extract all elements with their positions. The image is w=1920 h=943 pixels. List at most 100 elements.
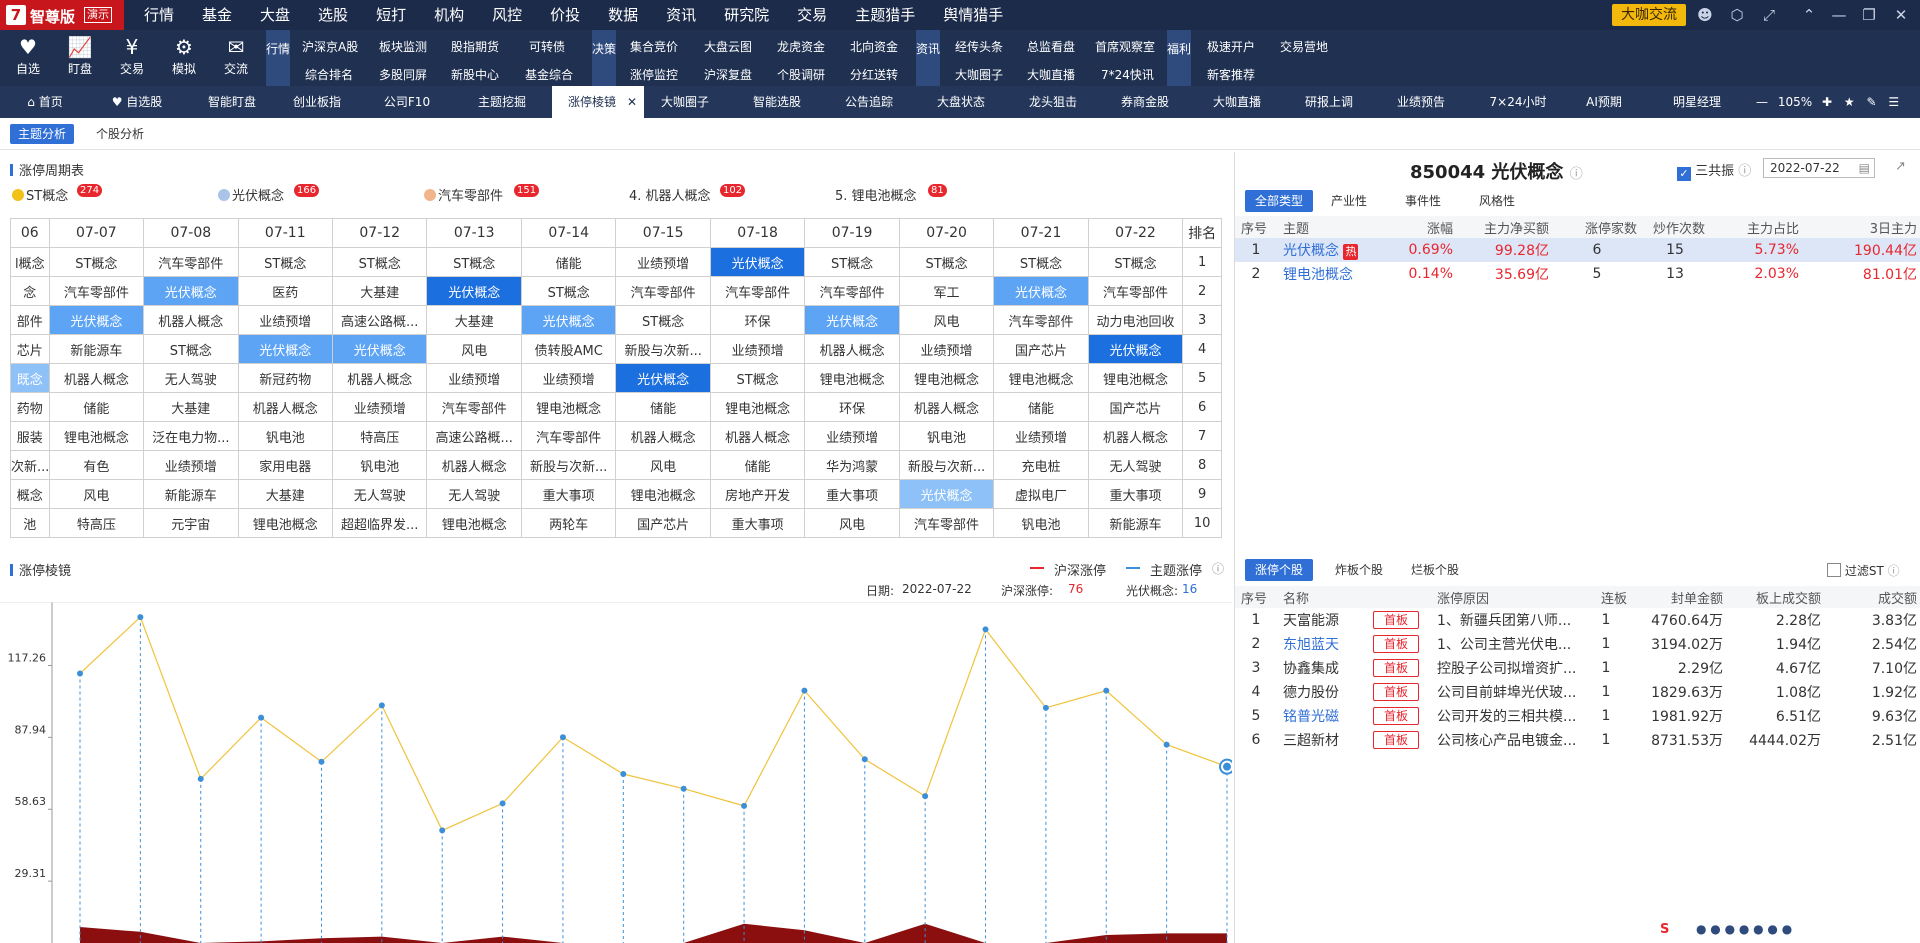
topic-cell[interactable]: ST概念 [898, 247, 995, 277]
topic-cell[interactable]: 业绩预增 [804, 421, 900, 451]
topic-cell[interactable]: 钒电池 [331, 450, 428, 480]
table-row[interactable]: 2 东旭蓝天 首板 1、公司主营光伏电... 1 3194.02万 1.94亿 2.54亿 [1235, 632, 1920, 656]
topic-cell[interactable]: 家用电器 [237, 450, 334, 480]
date-header[interactable]: 07-07 [48, 218, 145, 248]
topic-cell[interactable]: 业绩预增 [426, 363, 522, 393]
prism-chart[interactable]: 29.31 58.63 87.94 117.26 [0, 602, 1232, 943]
menu-link[interactable]: 北向资金 [850, 38, 898, 55]
help-icon[interactable]: ⓘ [1888, 564, 1900, 578]
table-row[interactable]: 5 铭普光磁 首板 公司开发的三相共模... 1 1981.92万 6.51亿 9.63亿 [1235, 704, 1920, 728]
topic-cell[interactable]: 锂电池概念 [237, 508, 334, 538]
watch-tool[interactable]: 📈 盯盘 [54, 34, 106, 82]
topic-cell[interactable]: 医药 [237, 276, 334, 306]
data-point[interactable] [499, 800, 506, 807]
topic-cell[interactable]: 汽车零部件 [898, 508, 995, 538]
tab-event[interactable]: 事件性 [1395, 190, 1451, 212]
legend-topic[interactable]: 汽车零部件 [424, 184, 503, 210]
help-icon[interactable]: ⓘ [1738, 164, 1751, 179]
data-point[interactable] [922, 793, 929, 800]
topic-cell[interactable]: 池 [10, 508, 50, 538]
zoom-out-icon[interactable]: — [1756, 95, 1768, 109]
close-icon[interactable]: ✕ [627, 86, 637, 118]
ime-tools-icon[interactable]: ● ● ● ● ● ● ● [1696, 922, 1792, 936]
menu-link[interactable]: 交易营地 [1280, 38, 1328, 55]
trade-tool[interactable]: ¥ 交易 [106, 34, 158, 82]
date-header[interactable]: 07-12 [331, 218, 428, 248]
menu-item[interactable]: 机构 [420, 0, 478, 30]
checkbox-unchecked[interactable] [1827, 563, 1841, 577]
topic-cell[interactable]: 特高压 [48, 508, 145, 538]
topic-cell[interactable]: l概念 [10, 247, 50, 277]
menu-item[interactable]: 大盘 [246, 0, 304, 30]
topic-cell[interactable]: ST概念 [804, 247, 900, 277]
topic-cell[interactable]: 锂电池概念 [804, 363, 900, 393]
topic-cell[interactable]: 军工 [898, 276, 995, 306]
topic-cell[interactable]: 重大事项 [1087, 479, 1184, 509]
topic-cell[interactable]: 重大事项 [709, 508, 806, 538]
data-point[interactable] [1042, 704, 1049, 711]
topic-cell[interactable]: 光伏概念 [237, 334, 334, 364]
topic-cell[interactable]: 高速公路概... [331, 305, 428, 335]
topic-cell[interactable]: 高速公路概... [426, 421, 522, 451]
topic-cell[interactable]: 国产芯片 [1087, 392, 1184, 422]
topic-cell[interactable]: 大基建 [143, 392, 239, 422]
data-point[interactable] [620, 771, 627, 778]
menu-link[interactable]: 沪深京A股 [302, 38, 358, 55]
topic-cell[interactable]: 储能 [48, 392, 145, 422]
menu-link[interactable]: 大咖直播 [1027, 66, 1075, 83]
tab-watchlist[interactable]: ♥ 自选股 [102, 86, 172, 118]
topic-cell[interactable]: ST概念 [709, 363, 806, 393]
tab[interactable]: 公司F10 [372, 86, 442, 118]
data-point[interactable] [801, 687, 808, 694]
topic-cell[interactable]: 锂电池概念 [1087, 363, 1184, 393]
topic-cell[interactable]: 钒电池 [993, 508, 1089, 538]
menu-link[interactable]: 涨停监控 [630, 66, 678, 83]
legend-topic[interactable]: 光伏概念 [218, 184, 284, 210]
topic-cell[interactable]: 机器人概念 [426, 450, 522, 480]
topic-cell[interactable]: 机器人概念 [898, 392, 995, 422]
menu-item[interactable]: 数据 [594, 0, 652, 30]
topic-cell[interactable]: 环保 [709, 305, 806, 335]
restore-icon[interactable]: ❐ [1856, 0, 1882, 30]
resonance-toggle[interactable]: ✓ 三共振 ⓘ [1677, 160, 1751, 181]
tab[interactable]: 主题挖掘 [462, 86, 542, 118]
topic-cell[interactable]: 锂电池概念 [709, 392, 806, 422]
data-point[interactable] [137, 614, 144, 621]
topic-cell[interactable]: 有色 [48, 450, 145, 480]
topic-cell[interactable]: 机器人概念 [709, 421, 806, 451]
help-icon[interactable]: ⓘ [1212, 560, 1224, 577]
topic-cell[interactable]: 概念 [10, 479, 50, 509]
tab[interactable]: 智能选股 [740, 86, 814, 118]
tab[interactable]: 大盘状态 [924, 86, 998, 118]
date-header[interactable]: 07-14 [520, 218, 617, 248]
collapse-icon[interactable]: ⌃ [1796, 0, 1822, 30]
legend-topic[interactable]: ST概念 [12, 184, 68, 210]
data-point[interactable] [77, 670, 83, 677]
topic-cell[interactable]: 国产芯片 [615, 508, 711, 538]
menu-link[interactable]: 综合排名 [305, 66, 353, 83]
external-link-icon[interactable]: ↗ [1895, 159, 1906, 174]
tab[interactable]: 明星经理 [1660, 86, 1734, 118]
topic-cell[interactable]: ST概念 [1087, 247, 1184, 277]
menu-item[interactable]: 选股 [304, 0, 362, 30]
date-header[interactable]: 07-11 [237, 218, 334, 248]
topic-cell[interactable]: ST概念 [615, 305, 711, 335]
menu-item[interactable]: 研究院 [710, 0, 783, 30]
menu-link[interactable]: 可转债 [529, 38, 565, 55]
data-point[interactable] [439, 827, 446, 834]
menu-link[interactable]: 沪深复盘 [704, 66, 752, 83]
data-point[interactable] [982, 626, 989, 633]
topic-cell[interactable]: 锂电池概念 [520, 392, 617, 422]
info-icon[interactable]: ⓘ [1570, 167, 1583, 182]
menu-link[interactable]: 大盘云图 [704, 38, 752, 55]
data-point[interactable] [258, 714, 265, 721]
topic-cell[interactable]: ST概念 [237, 247, 334, 277]
data-point[interactable] [378, 702, 385, 709]
data-point[interactable] [559, 734, 566, 741]
checkbox-checked[interactable]: ✓ [1677, 167, 1691, 181]
ime-logo-icon[interactable]: S [1660, 922, 1669, 937]
topic-cell[interactable]: 风电 [615, 450, 711, 480]
date-picker[interactable]: 2022-07-22 ▤ [1763, 158, 1875, 178]
minimize-icon[interactable]: — [1826, 0, 1852, 30]
legend-hs-limit[interactable]: 沪深涨停 [1054, 560, 1106, 579]
